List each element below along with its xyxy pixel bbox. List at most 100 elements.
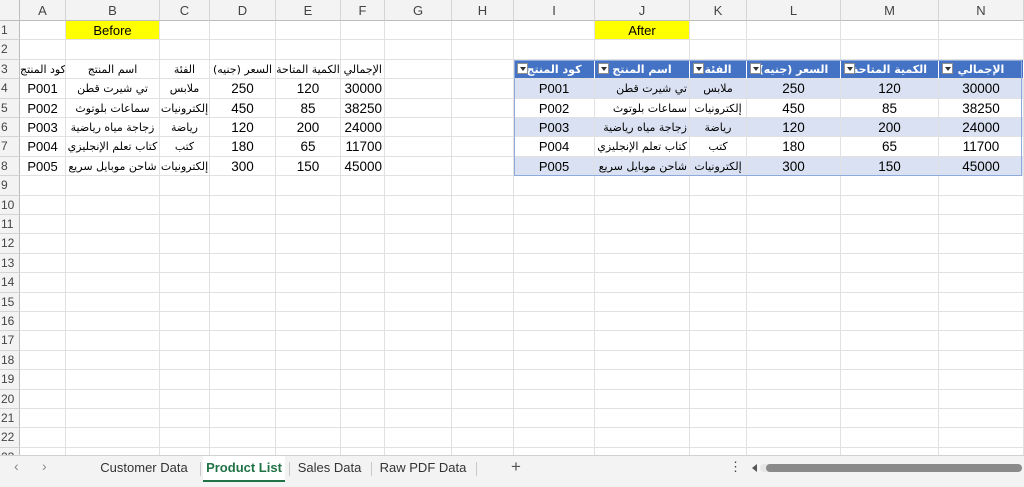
grid-cell[interactable]: [452, 79, 514, 99]
grid-cell[interactable]: [747, 292, 841, 312]
next-sheet-button[interactable]: ›: [42, 458, 47, 474]
row-header-20[interactable]: 20: [0, 389, 20, 409]
grid-cell[interactable]: [452, 370, 514, 390]
grid-cell[interactable]: [841, 176, 939, 196]
grid-cell[interactable]: [20, 215, 66, 235]
grid-cell[interactable]: [160, 331, 210, 351]
grid-cell[interactable]: [452, 195, 514, 215]
grid-cell[interactable]: [690, 234, 747, 254]
column-header-n[interactable]: N: [939, 0, 1024, 21]
grid-cell[interactable]: [66, 331, 160, 351]
grid-cell[interactable]: [160, 40, 210, 60]
grid-cell[interactable]: [452, 389, 514, 409]
grid-cell[interactable]: [385, 98, 452, 118]
grid-cell[interactable]: [385, 118, 452, 138]
grid-cell[interactable]: [385, 59, 452, 80]
grid-cell[interactable]: [514, 273, 595, 293]
grid-cell[interactable]: [452, 428, 514, 448]
grid-cell[interactable]: [841, 331, 939, 351]
grid-cell[interactable]: [160, 253, 210, 274]
grid-cell[interactable]: [20, 370, 66, 390]
scroll-left-arrow-icon[interactable]: [752, 464, 757, 472]
grid-cell[interactable]: [514, 350, 595, 371]
row-header-11[interactable]: 11: [0, 215, 20, 235]
grid-cell[interactable]: [276, 428, 341, 448]
grid-cell[interactable]: [939, 176, 1024, 196]
grid-cell[interactable]: [341, 292, 385, 312]
grid-cell[interactable]: [452, 98, 514, 118]
grid-cell[interactable]: [690, 428, 747, 448]
grid-cell[interactable]: [210, 312, 276, 332]
grid-cell[interactable]: [514, 447, 595, 455]
grid-cell[interactable]: [210, 215, 276, 235]
grid-cell[interactable]: [452, 409, 514, 429]
grid-cell[interactable]: [341, 176, 385, 196]
row-header-16[interactable]: 16: [0, 312, 20, 332]
grid-cell[interactable]: [841, 253, 939, 274]
grid-cell[interactable]: [514, 389, 595, 409]
horizontal-scrollbar[interactable]: [760, 464, 1022, 472]
row-header-13[interactable]: 13: [0, 253, 20, 274]
grid-cell[interactable]: [210, 273, 276, 293]
grid-cell[interactable]: [160, 234, 210, 254]
grid-cell[interactable]: [939, 389, 1024, 409]
after-header-cell[interactable]: الإجمالي: [939, 59, 1024, 80]
grid-cell[interactable]: [939, 428, 1024, 448]
grid-cell[interactable]: [385, 156, 452, 177]
grid-cell[interactable]: [841, 350, 939, 371]
filter-dropdown-icon[interactable]: [598, 62, 609, 74]
grid-cell[interactable]: [20, 176, 66, 196]
grid-cell[interactable]: [276, 253, 341, 274]
grid-cell[interactable]: [160, 176, 210, 196]
grid-cell[interactable]: [595, 389, 690, 409]
grid-cell[interactable]: [276, 370, 341, 390]
grid-cell[interactable]: [595, 215, 690, 235]
grid-cell[interactable]: [514, 215, 595, 235]
grid-cell[interactable]: [939, 409, 1024, 429]
tab-product-list[interactable]: Product List: [203, 456, 285, 482]
grid-cell[interactable]: [160, 409, 210, 429]
row-header-23[interactable]: 23: [0, 447, 20, 455]
grid-cell[interactable]: [452, 59, 514, 80]
tab-sales-data[interactable]: Sales Data: [292, 456, 367, 480]
grid-cell[interactable]: [939, 447, 1024, 455]
grid-cell[interactable]: [276, 409, 341, 429]
grid-cell[interactable]: [690, 253, 747, 274]
row-header-10[interactable]: 10: [0, 195, 20, 215]
grid-cell[interactable]: [385, 409, 452, 429]
grid-cell[interactable]: [452, 350, 514, 371]
grid-cell[interactable]: [210, 370, 276, 390]
grid-cell[interactable]: [20, 195, 66, 215]
grid-cell[interactable]: [160, 292, 210, 312]
grid-cell[interactable]: [385, 428, 452, 448]
grid-cell[interactable]: [210, 428, 276, 448]
grid-cell[interactable]: [341, 370, 385, 390]
after-header-cell[interactable]: الفئة: [690, 59, 747, 80]
grid-cell[interactable]: [939, 215, 1024, 235]
grid-cell[interactable]: [276, 389, 341, 409]
grid-cell[interactable]: [747, 234, 841, 254]
grid-cell[interactable]: [595, 195, 690, 215]
filter-dropdown-icon[interactable]: [844, 62, 855, 74]
grid-cell[interactable]: [595, 234, 690, 254]
grid-cell[interactable]: [841, 40, 939, 60]
grid-cell[interactable]: [210, 21, 276, 41]
spreadsheet-grid[interactable]: ABCDEFGHIJKLMN 1 2 3 4 5 6 7 8 9 10 11 12 13 14 15 16 17…: [0, 0, 1024, 455]
grid-cell[interactable]: [841, 292, 939, 312]
after-header-cell[interactable]: اسم المنتج: [595, 59, 690, 80]
grid-cell[interactable]: [841, 447, 939, 455]
column-header-k[interactable]: K: [690, 0, 747, 21]
grid-cell[interactable]: [452, 40, 514, 60]
prev-sheet-button[interactable]: ‹: [14, 458, 19, 474]
grid-cell[interactable]: [341, 21, 385, 41]
grid-cell[interactable]: [747, 409, 841, 429]
grid-cell[interactable]: [841, 370, 939, 390]
grid-cell[interactable]: [841, 409, 939, 429]
grid-cell[interactable]: [66, 253, 160, 274]
grid-cell[interactable]: [690, 292, 747, 312]
grid-cell[interactable]: [385, 253, 452, 274]
tab-raw-pdf-data[interactable]: Raw PDF Data: [374, 456, 472, 480]
grid-cell[interactable]: [514, 234, 595, 254]
grid-cell[interactable]: [385, 176, 452, 196]
grid-cell[interactable]: [595, 331, 690, 351]
